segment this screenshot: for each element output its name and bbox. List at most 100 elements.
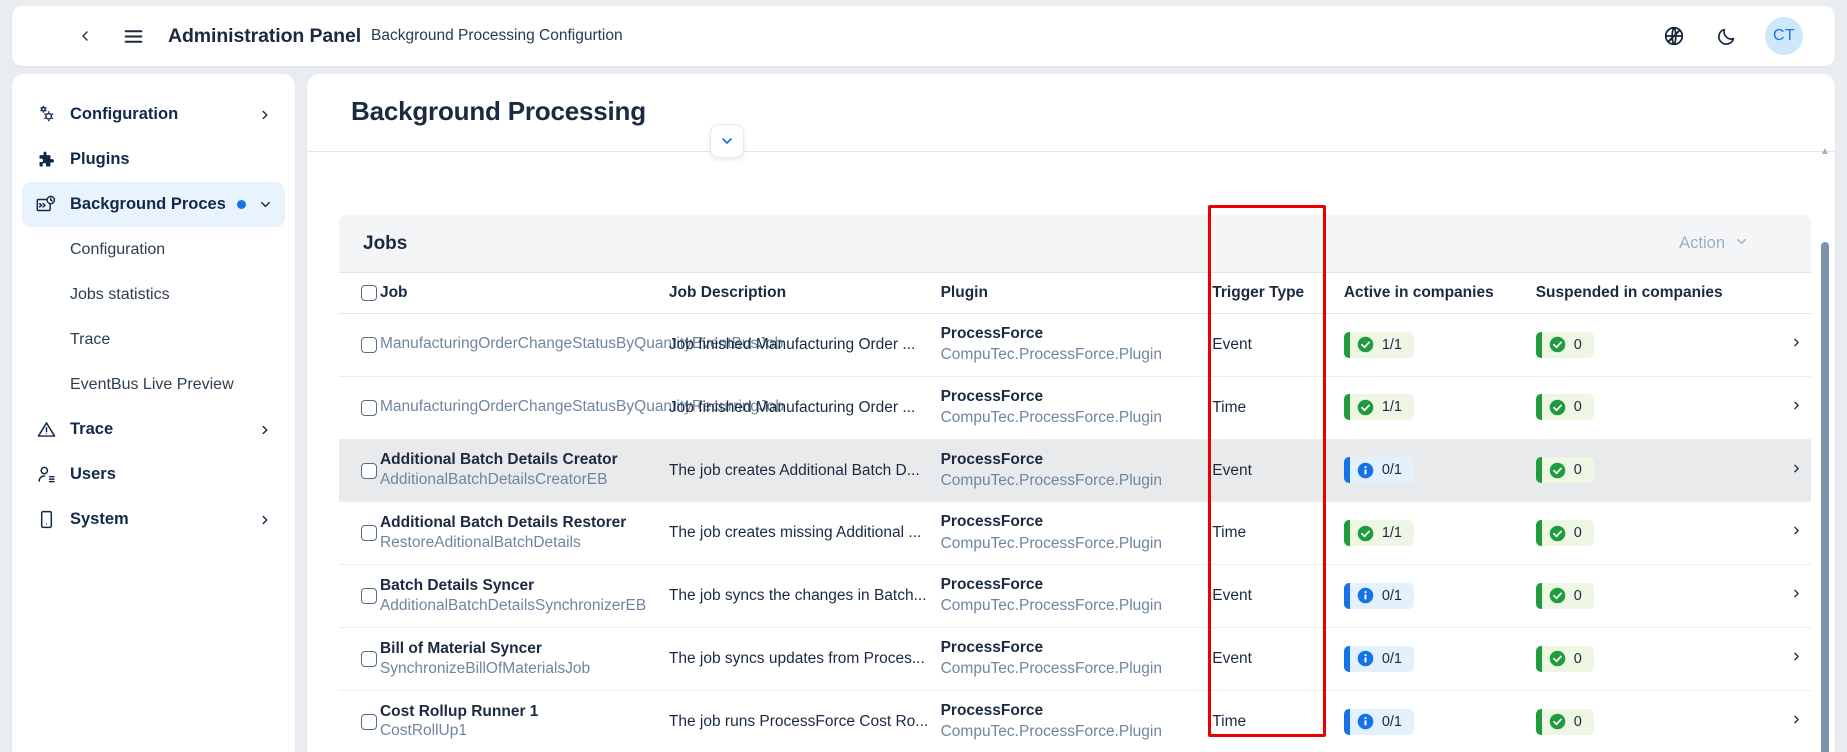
row-checkbox[interactable] bbox=[361, 588, 377, 604]
job-description: The job runs ProcessForce Cost Ro... bbox=[669, 713, 928, 730]
cell-active-in-companies: 0/1 bbox=[1344, 565, 1536, 628]
column-header-suspended[interactable]: Suspended in companies bbox=[1536, 273, 1765, 314]
job-code[interactable]: ManufacturingOrderChangeStatusByQuantity… bbox=[380, 397, 669, 418]
job-description: Job finished Manufacturing Order ... bbox=[669, 399, 915, 416]
globe-icon[interactable] bbox=[1661, 23, 1687, 49]
plugin-namespace[interactable]: CompuTec.ProcessForce.Plugin bbox=[941, 595, 1213, 617]
action-dropdown[interactable]: Action bbox=[1679, 234, 1789, 254]
row-select-cell bbox=[339, 314, 380, 377]
table-row[interactable]: Additional Batch Details CreatorAddition… bbox=[339, 439, 1811, 502]
plugin-namespace[interactable]: CompuTec.ProcessForce.Plugin bbox=[941, 658, 1213, 680]
sidebar: Configuration Plugins Background Process… bbox=[12, 74, 295, 752]
sidebar-item-plugins[interactable]: Plugins bbox=[22, 137, 285, 182]
jobs-table-scroll[interactable]: Job Job Description Plugin Trigger Type … bbox=[339, 272, 1811, 752]
back-button[interactable] bbox=[68, 19, 102, 53]
avatar[interactable]: CT bbox=[1765, 17, 1803, 55]
cell-suspended-in-companies: 0 bbox=[1536, 376, 1765, 439]
jobs-title: Jobs bbox=[363, 233, 407, 255]
check-circle-icon bbox=[1549, 462, 1566, 479]
row-checkbox[interactable] bbox=[361, 400, 377, 416]
job-code[interactable]: SynchronizeBillOfMaterialsJob bbox=[380, 659, 669, 680]
cell-suspended-in-companies: 0 bbox=[1536, 439, 1765, 502]
page-title: Background Processing bbox=[307, 74, 1835, 127]
cell-trigger-type: Time bbox=[1212, 502, 1344, 565]
plugin-name: ProcessForce bbox=[941, 512, 1213, 532]
sidebar-item-eventbus-live-preview[interactable]: EventBus Live Preview bbox=[22, 362, 285, 407]
moon-icon[interactable] bbox=[1713, 23, 1739, 49]
device-icon bbox=[34, 508, 58, 532]
sidebar-item-configuration[interactable]: Configuration bbox=[22, 92, 285, 137]
sidebar-item-jobs-statistics[interactable]: Jobs statistics bbox=[22, 272, 285, 317]
row-details-arrow[interactable] bbox=[1764, 565, 1811, 628]
hamburger-menu-icon[interactable] bbox=[116, 19, 150, 53]
cell-active-in-companies: 1/1 bbox=[1344, 314, 1536, 377]
column-header-active[interactable]: Active in companies bbox=[1344, 273, 1536, 314]
sidebar-item-system[interactable]: System bbox=[22, 497, 285, 542]
sidebar-item-background-processing[interactable]: Background Process... bbox=[22, 182, 285, 227]
row-details-arrow[interactable] bbox=[1764, 376, 1811, 439]
job-code[interactable]: CostRollUp1 bbox=[380, 721, 669, 742]
status-badge: 0 bbox=[1536, 520, 1594, 546]
content-scrollbar[interactable]: ▲ bbox=[1821, 156, 1829, 752]
table-row[interactable]: ManufacturingOrderChangeStatusByQuantity… bbox=[339, 314, 1811, 377]
status-badge: 1/1 bbox=[1344, 332, 1414, 358]
check-circle-icon bbox=[1357, 336, 1374, 353]
app-title: Administration Panel bbox=[168, 25, 361, 48]
row-details-arrow[interactable] bbox=[1764, 628, 1811, 691]
plugin-namespace[interactable]: CompuTec.ProcessForce.Plugin bbox=[941, 407, 1213, 429]
cell-plugin: ProcessForceCompuTec.ProcessForce.Plugin bbox=[941, 439, 1213, 502]
column-header-job[interactable]: Job bbox=[380, 273, 669, 314]
plugin-namespace[interactable]: CompuTec.ProcessForce.Plugin bbox=[941, 344, 1213, 366]
sidebar-item-trace[interactable]: Trace bbox=[22, 407, 285, 452]
row-details-arrow[interactable] bbox=[1764, 690, 1811, 752]
job-code[interactable]: AdditionalBatchDetailsSynchronizerEB bbox=[380, 596, 669, 617]
column-header-description[interactable]: Job Description bbox=[669, 273, 941, 314]
sidebar-item-users[interactable]: Users bbox=[22, 452, 285, 497]
table-row[interactable]: Cost Rollup Runner 1CostRollUp1The job r… bbox=[339, 690, 1811, 752]
status-badge-value: 0/1 bbox=[1382, 462, 1402, 478]
chevron-down-icon[interactable] bbox=[258, 197, 273, 212]
cell-description: Job finished Manufacturing Order ... bbox=[669, 376, 941, 439]
job-code[interactable]: RestoreAditionalBatchDetails bbox=[380, 533, 669, 554]
row-checkbox[interactable] bbox=[361, 714, 377, 730]
job-code[interactable]: AdditionalBatchDetailsCreatorEB bbox=[380, 470, 669, 491]
row-details-arrow[interactable] bbox=[1764, 502, 1811, 565]
plugin-namespace[interactable]: CompuTec.ProcessForce.Plugin bbox=[941, 533, 1213, 555]
table-row[interactable]: Batch Details SyncerAdditionalBatchDetai… bbox=[339, 565, 1811, 628]
cell-job: ManufacturingOrderChangeStatusByQuantity… bbox=[380, 376, 669, 439]
check-circle-icon bbox=[1357, 399, 1374, 416]
plugin-namespace[interactable]: CompuTec.ProcessForce.Plugin bbox=[941, 721, 1213, 743]
plugin-name: ProcessForce bbox=[941, 701, 1213, 721]
plugin-name: ProcessForce bbox=[941, 638, 1213, 658]
cell-trigger-type: Event bbox=[1212, 565, 1344, 628]
table-row[interactable]: Additional Batch Details RestorerRestore… bbox=[339, 502, 1811, 565]
select-all-checkbox[interactable] bbox=[361, 285, 377, 301]
cell-active-in-companies: 0/1 bbox=[1344, 439, 1536, 502]
header-divider bbox=[307, 151, 1835, 152]
row-details-arrow[interactable] bbox=[1764, 314, 1811, 377]
plugin-namespace[interactable]: CompuTec.ProcessForce.Plugin bbox=[941, 470, 1213, 492]
cell-job: Bill of Material SyncerSynchronizeBillOf… bbox=[380, 628, 669, 691]
scrollbar-thumb[interactable] bbox=[1821, 242, 1829, 752]
column-header-trigger-type[interactable]: Trigger Type bbox=[1212, 273, 1344, 314]
sidebar-item-trace-sub[interactable]: Trace bbox=[22, 317, 285, 362]
sidebar-item-configuration-sub[interactable]: Configuration bbox=[22, 227, 285, 272]
row-checkbox[interactable] bbox=[361, 463, 377, 479]
column-header-arrow bbox=[1764, 273, 1811, 314]
status-badge: 0 bbox=[1536, 709, 1594, 735]
table-row[interactable]: Bill of Material SyncerSynchronizeBillOf… bbox=[339, 628, 1811, 691]
row-details-arrow[interactable] bbox=[1764, 439, 1811, 502]
column-header-plugin[interactable]: Plugin bbox=[941, 273, 1213, 314]
row-checkbox[interactable] bbox=[361, 525, 377, 541]
row-checkbox[interactable] bbox=[361, 651, 377, 667]
chevron-right-icon bbox=[257, 423, 273, 437]
job-code[interactable]: ManufacturingOrderChangeStatusByQuantity… bbox=[380, 334, 669, 355]
cell-suspended-in-companies: 0 bbox=[1536, 502, 1765, 565]
trigger-type-value: Event bbox=[1212, 650, 1252, 667]
expand-collapse-button[interactable] bbox=[710, 124, 744, 158]
table-row[interactable]: ManufacturingOrderChangeStatusByQuantity… bbox=[339, 376, 1811, 439]
info-circle-icon bbox=[1357, 462, 1374, 479]
check-circle-icon bbox=[1549, 587, 1566, 604]
row-checkbox[interactable] bbox=[361, 337, 377, 353]
row-select-cell bbox=[339, 502, 380, 565]
